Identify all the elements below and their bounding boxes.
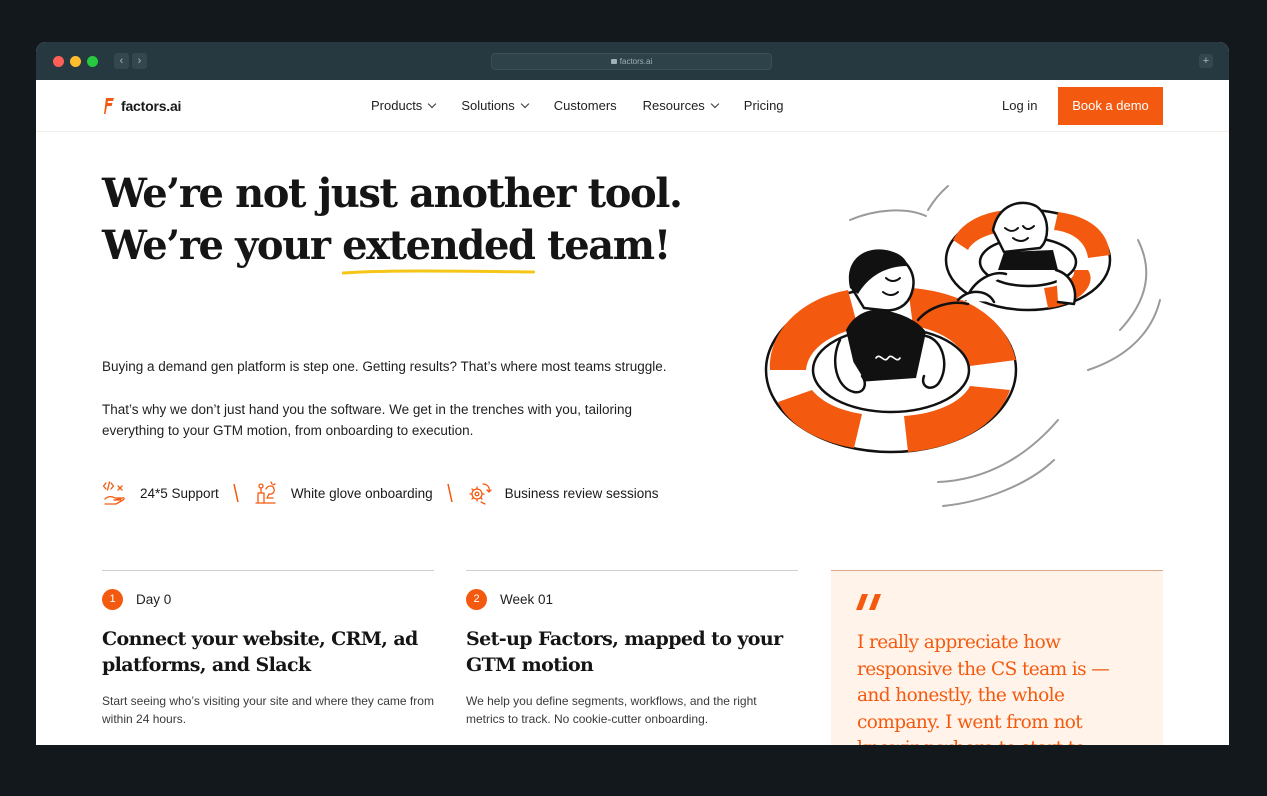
chevron-left-icon[interactable]: ‹ xyxy=(114,53,129,69)
step-number-badge: 2 xyxy=(466,588,487,610)
hero-title-pre: We’re your xyxy=(102,222,343,269)
login-link[interactable]: Log in xyxy=(1002,98,1037,113)
close-window-button[interactable] xyxy=(53,56,64,67)
people-in-swim-rings-illustration xyxy=(764,185,1161,507)
nav-customers[interactable]: Customers xyxy=(554,98,617,113)
factors-logo-icon xyxy=(104,98,114,114)
hero-title: We’re not just another tool. We’re your … xyxy=(102,168,702,275)
review-sessions-icon xyxy=(469,483,492,505)
step-header: 2 Week 01 xyxy=(466,588,798,610)
hero-title-line-1: We’re not just another tool. xyxy=(102,170,683,217)
browser-window: ‹ › factors.ai + factors.ai Products Sol… xyxy=(36,42,1229,745)
nav-resources[interactable]: Resources xyxy=(642,98,720,113)
brand-logo[interactable]: factors.ai xyxy=(104,96,181,116)
brand-name: factors.ai xyxy=(121,98,182,114)
hero-title-post: team! xyxy=(534,222,671,269)
feature-list: 24*5 Support White glove onboarding Busi… xyxy=(102,481,658,505)
highlight-word: extended xyxy=(342,222,536,269)
main-nav: Products Solutions Customers Resources P… xyxy=(371,98,810,113)
nav-label: Resources xyxy=(642,98,705,113)
nav-label: Products xyxy=(371,98,423,113)
address-bar[interactable]: factors.ai xyxy=(491,53,772,70)
onboarding-icon xyxy=(255,481,276,504)
feature-review-sessions: Business review sessions xyxy=(467,480,659,506)
divider xyxy=(466,570,798,571)
step-title: Connect your website, CRM, ad platforms,… xyxy=(102,628,418,676)
book-demo-button[interactable]: Book a demo xyxy=(1058,87,1163,125)
separator xyxy=(446,483,453,503)
hero-title-highlight: extended xyxy=(342,220,536,275)
browser-chrome: ‹ › factors.ai + xyxy=(36,42,1229,80)
nav-label: Customers xyxy=(553,98,617,113)
feature-label: Business review sessions xyxy=(504,485,659,501)
feature-label: White glove onboarding xyxy=(290,485,433,501)
chevron-down-icon xyxy=(520,99,530,108)
feature-label: 24*5 Support xyxy=(140,485,219,501)
lock-icon xyxy=(610,59,617,64)
step-description: Start seeing who’s visiting your site an… xyxy=(102,694,434,726)
nav-label: Solutions xyxy=(461,98,515,113)
nav-products[interactable]: Products xyxy=(371,98,437,113)
step-header: 1 Day 0 xyxy=(102,588,434,610)
quote-mark-icon xyxy=(856,594,881,610)
hero-paragraph-2: That’s why we don’t just hand you the so… xyxy=(102,402,633,438)
maximize-window-button[interactable] xyxy=(87,56,98,67)
highlight-underline xyxy=(342,269,535,275)
support-icon xyxy=(102,481,125,505)
chevron-down-icon xyxy=(710,99,720,108)
site-header: factors.ai Products Solutions Customers … xyxy=(36,80,1229,132)
chevron-down-icon xyxy=(428,99,437,108)
step-number-badge: 1 xyxy=(102,588,123,610)
nav-pricing[interactable]: Pricing xyxy=(744,98,784,113)
chevron-right-icon[interactable]: › xyxy=(132,53,147,69)
url-text: factors.ai xyxy=(619,57,653,66)
separator xyxy=(233,483,239,503)
testimonial-text: I really appreciate how responsive the C… xyxy=(857,632,1110,745)
hero-paragraph-1: Buying a demand gen platform is step one… xyxy=(102,359,667,374)
step-card-1: 1 Day 0 Connect your website, CRM, ad pl… xyxy=(102,570,434,728)
step-card-2: 2 Week 01 Set-up Factors, mapped to your… xyxy=(466,570,798,728)
divider xyxy=(102,570,434,571)
feature-onboarding: White glove onboarding xyxy=(253,480,433,506)
nav-solutions[interactable]: Solutions xyxy=(461,98,530,113)
minimize-window-button[interactable] xyxy=(70,56,81,67)
step-description: We help you define segments, workflows, … xyxy=(466,694,757,726)
step-title: Set-up Factors, mapped to your GTM motio… xyxy=(466,628,783,676)
step-label: Week 01 xyxy=(500,591,554,607)
nav-label: Pricing xyxy=(743,98,784,113)
web-page: factors.ai Products Solutions Customers … xyxy=(36,80,1229,745)
testimonial-card: I really appreciate how responsive the C… xyxy=(831,570,1163,745)
feature-support: 24*5 Support xyxy=(102,480,219,506)
plus-icon[interactable]: + xyxy=(1199,54,1213,68)
hero-title-line-2: We’re your extended team! xyxy=(102,220,702,275)
step-label: Day 0 xyxy=(136,591,172,607)
